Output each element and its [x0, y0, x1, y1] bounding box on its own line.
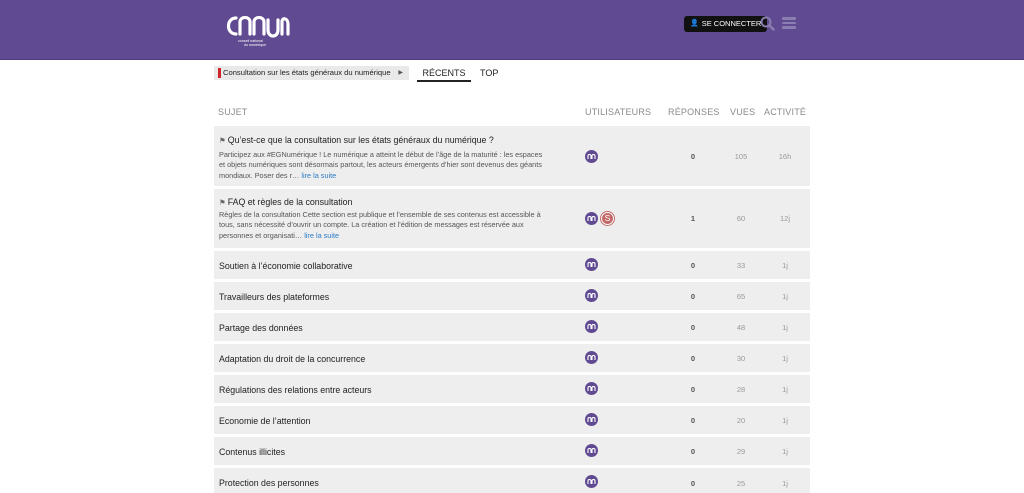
tab-recent[interactable]: RÉCENTS	[417, 66, 471, 82]
column-header-users: UTILISATEURS	[585, 107, 652, 117]
topic-title-link[interactable]: Travailleurs des plateformes	[219, 292, 329, 302]
topic-posters	[585, 258, 598, 271]
topic-row[interactable]: Economie de l’attention 0 20 1j	[214, 406, 810, 434]
activity-time[interactable]: 1j	[770, 354, 800, 363]
views-count: 105	[734, 152, 748, 161]
activity-time[interactable]: 1j	[770, 323, 800, 332]
replies-count: 0	[690, 354, 696, 363]
replies-count: 0	[690, 416, 696, 425]
topic-row[interactable]: Travailleurs des plateformes 0 65 1j	[214, 282, 810, 310]
topic-title-link[interactable]: Partage des données	[219, 323, 303, 333]
replies-count: 1	[690, 214, 696, 223]
views-count: 25	[736, 479, 746, 488]
topic-row[interactable]: ⚑ Qu’est-ce que la consultation sur les é…	[214, 126, 810, 186]
replies-count: 0	[690, 261, 696, 270]
replies-count: 0	[690, 447, 696, 456]
category-dropdown[interactable]: Consultation sur les états généraux du n…	[214, 66, 409, 80]
replies-count: 0	[690, 385, 696, 394]
topic-posters	[585, 150, 598, 163]
topic-row[interactable]: Contenus illicites 0 29 1j	[214, 437, 810, 465]
hamburger-icon[interactable]	[782, 17, 796, 29]
user-icon: 👤	[690, 20, 699, 27]
cnnum-logo[interactable]: conseil national du numérique	[222, 12, 292, 48]
caret-right-icon: ▶	[398, 70, 403, 76]
activity-time[interactable]: 1j	[770, 261, 800, 270]
replies-count: 0	[690, 292, 696, 301]
topic-row[interactable]: Adaptation du droit de la concurrence 0 …	[214, 344, 810, 372]
avatar[interactable]	[585, 150, 598, 163]
column-header-topic[interactable]: SUJET	[218, 107, 248, 117]
topic-title-link[interactable]: ⚑ FAQ et règles de la consultation	[219, 197, 352, 207]
pin-icon: ⚑	[219, 136, 226, 145]
replies-count: 0	[690, 152, 696, 161]
column-header-replies[interactable]: RÉPONSES	[668, 107, 720, 117]
topic-row[interactable]: Soutien à l’économie collaborative 0 33 …	[214, 251, 810, 279]
topic-posters	[585, 475, 598, 488]
search-icon[interactable]	[760, 16, 775, 31]
topic-title-link[interactable]: Adaptation du droit de la concurrence	[219, 354, 365, 364]
topic-posters	[585, 382, 598, 395]
category-label: Consultation sur les états généraux du n…	[223, 68, 391, 77]
topic-row[interactable]: Partage des données 0 48 1j	[214, 313, 810, 341]
avatar[interactable]	[585, 320, 598, 333]
topic-title-text: FAQ et règles de la consultation	[227, 197, 353, 207]
views-count: 60	[736, 214, 746, 223]
activity-time[interactable]: 1j	[770, 447, 800, 456]
topic-title-link[interactable]: Protection des personnes	[219, 478, 319, 488]
read-more-link[interactable]: lire la suite	[301, 171, 336, 180]
topic-posters	[585, 320, 598, 333]
views-count: 28	[736, 385, 746, 394]
read-more-link[interactable]: lire la suite	[304, 231, 339, 240]
topic-row[interactable]: Protection des personnes 0 25 1j	[214, 468, 810, 493]
views-count: 20	[736, 416, 746, 425]
views-count: 65	[736, 292, 746, 301]
activity-time[interactable]: 1j	[770, 479, 800, 488]
column-header-activity[interactable]: ACTIVITÉ	[764, 107, 806, 117]
topic-posters	[585, 413, 598, 426]
topic-excerpt: Participez aux #EGNumérique ! Le numériq…	[219, 150, 544, 181]
topic-title-link[interactable]: Contenus illicites	[219, 447, 285, 457]
topic-posters	[585, 351, 598, 364]
topic-title-link[interactable]: Régulations des relations entre acteurs	[219, 385, 372, 395]
avatar[interactable]	[585, 258, 598, 271]
topic-title-link[interactable]: ⚑ Qu’est-ce que la consultation sur les é…	[219, 135, 494, 145]
login-button[interactable]: 👤 SE CONNECTER	[684, 16, 768, 32]
avatar[interactable]	[585, 212, 598, 225]
activity-time[interactable]: 12j	[770, 214, 800, 223]
topic-posters	[585, 289, 598, 302]
column-header-views[interactable]: VUES	[730, 107, 755, 117]
topic-title-text: Qu’est-ce que la consultation sur les ét…	[227, 135, 494, 145]
excerpt-text: Règles de la consultation Cette section …	[219, 210, 541, 240]
pin-icon: ⚑	[219, 198, 226, 207]
topic-title-link[interactable]: Economie de l’attention	[219, 416, 310, 426]
avatar[interactable]	[585, 413, 598, 426]
avatar[interactable]	[585, 289, 598, 302]
svg-text:du numérique: du numérique	[244, 43, 266, 47]
site-header: conseil national du numérique 👤 SE CONNE…	[0, 0, 1024, 60]
views-count: 29	[736, 447, 746, 456]
topic-title-link[interactable]: Soutien à l’économie collaborative	[219, 261, 353, 271]
views-count: 30	[736, 354, 746, 363]
replies-count: 0	[690, 479, 696, 488]
activity-time[interactable]: 1j	[770, 416, 800, 425]
topic-posters: S	[585, 212, 614, 225]
replies-count: 0	[690, 323, 696, 332]
avatar[interactable]	[585, 444, 598, 457]
views-count: 48	[736, 323, 746, 332]
topic-row[interactable]: Régulations des relations entre acteurs …	[214, 375, 810, 403]
activity-time[interactable]: 1j	[770, 385, 800, 394]
topic-excerpt: Règles de la consultation Cette section …	[219, 210, 544, 241]
views-count: 33	[736, 261, 746, 270]
avatar-letter[interactable]: S	[601, 212, 614, 225]
topic-posters	[585, 444, 598, 457]
topic-row[interactable]: ⚑ FAQ et règles de la consultation Règles…	[214, 189, 810, 248]
activity-time[interactable]: 1j	[770, 292, 800, 301]
excerpt-text: Participez aux #EGNumérique ! Le numériq…	[219, 150, 543, 180]
avatar[interactable]	[585, 351, 598, 364]
avatar[interactable]	[585, 382, 598, 395]
activity-time[interactable]: 16h	[770, 152, 800, 161]
tab-top[interactable]: TOP	[480, 66, 498, 82]
login-label: SE CONNECTER	[701, 19, 762, 28]
avatar[interactable]	[585, 475, 598, 488]
